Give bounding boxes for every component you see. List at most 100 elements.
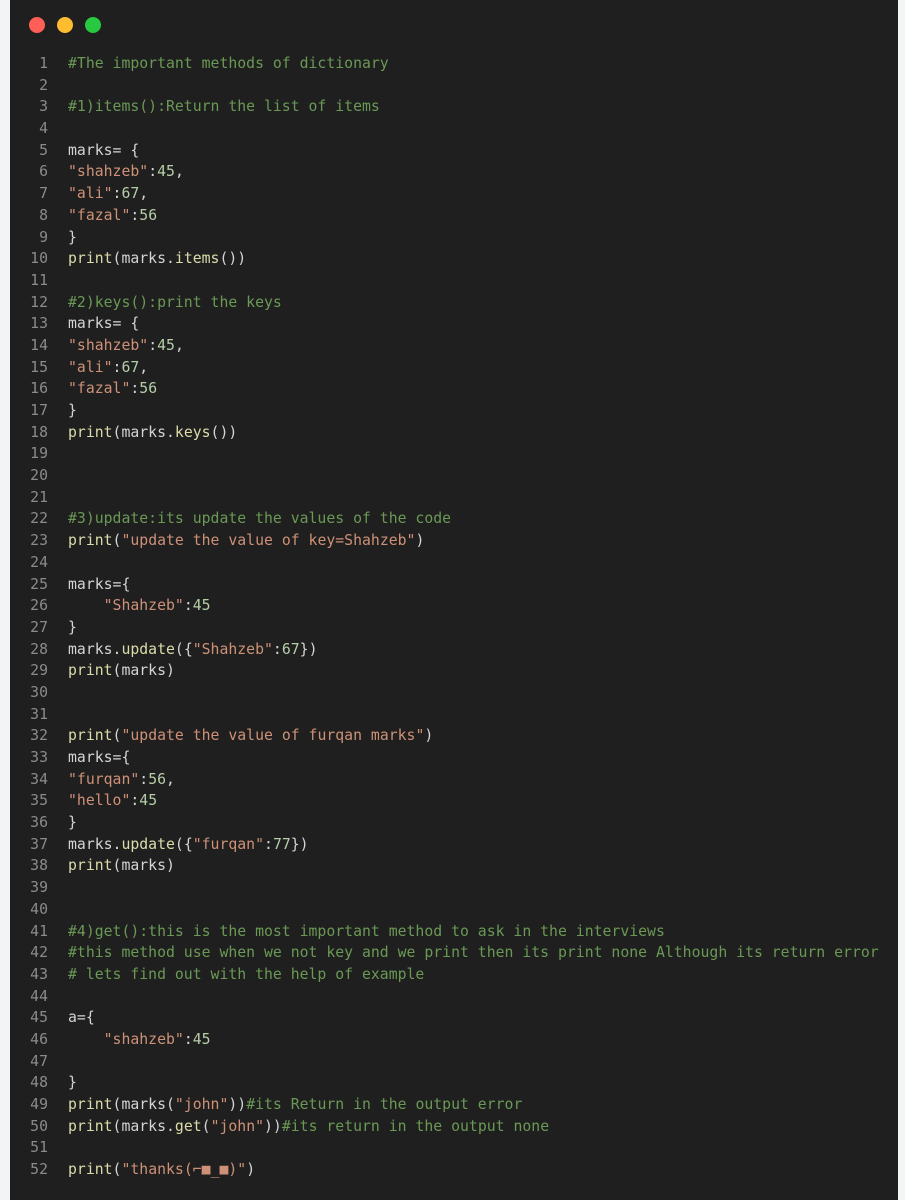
code-token-string: "thanks(⌐■_■)" bbox=[121, 1161, 247, 1179]
line-number: 43 bbox=[30, 965, 48, 983]
code-token-func: print bbox=[68, 250, 113, 268]
code-token-func: print bbox=[68, 532, 113, 550]
code-token-number: 67 bbox=[121, 185, 140, 203]
code-token-number: 77 bbox=[272, 835, 291, 853]
code-line: 41 #4)get():this is the most important me… bbox=[10, 921, 898, 943]
line-number: 18 bbox=[30, 423, 48, 441]
code-text: print(marks) bbox=[48, 855, 898, 877]
line-number: 49 bbox=[30, 1096, 48, 1113]
code-token-string: "fazal" bbox=[68, 206, 131, 224]
code-line: 46 "shahzeb":45 bbox=[10, 1029, 898, 1051]
code-token-func: keys bbox=[174, 423, 211, 441]
line-number: 21 bbox=[30, 488, 48, 506]
code-token-plain: a={ bbox=[68, 1009, 95, 1027]
code-line: 43 # lets find out with the help of examp… bbox=[10, 964, 898, 986]
code-line: 28 marks.update({"Shahzeb":67}) bbox=[10, 639, 898, 661]
code-line: 36} bbox=[10, 812, 898, 834]
code-token-plain: , bbox=[139, 185, 149, 203]
line-number: 32 bbox=[30, 727, 48, 745]
code-token-plain: ()) bbox=[219, 250, 247, 268]
code-text: } bbox=[48, 1072, 898, 1094]
code-token-comment: #its return in the output none bbox=[281, 1117, 550, 1135]
code-text: marks= { bbox=[48, 140, 898, 162]
code-token-plain: : bbox=[130, 792, 140, 810]
code-text: marks={ bbox=[48, 747, 898, 769]
code-text: "ali":67, bbox=[48, 357, 898, 379]
code-text: #3)update:its update the values of the c… bbox=[48, 508, 898, 530]
code-text: print(marks) bbox=[48, 660, 898, 682]
code-line: 47 bbox=[10, 1051, 898, 1073]
code-token-func: print bbox=[68, 857, 113, 875]
code-token-string: "furqan" bbox=[192, 835, 265, 853]
code-token-plain: } bbox=[68, 402, 77, 419]
code-token-comment: #its Return in the output error bbox=[246, 1096, 523, 1113]
line-number: 48 bbox=[30, 1074, 48, 1092]
code-text: print("update the value of key=Shahzeb") bbox=[48, 530, 898, 552]
code-token-plain: (marks. bbox=[112, 423, 175, 441]
code-token-plain: : bbox=[272, 640, 282, 658]
code-line: 8 "fazal":56 bbox=[10, 205, 898, 227]
line-number: 3 bbox=[39, 98, 48, 116]
line-number: 47 bbox=[30, 1052, 48, 1070]
line-number: 50 bbox=[30, 1117, 48, 1135]
close-window-button[interactable] bbox=[29, 17, 45, 33]
code-token-func: print bbox=[68, 1096, 113, 1113]
maximize-window-button[interactable] bbox=[85, 17, 101, 33]
code-token-func: print bbox=[68, 423, 113, 441]
code-token-plain: marks={ bbox=[68, 749, 131, 766]
code-line: 33 marks={ bbox=[10, 747, 898, 769]
code-token-plain: ( bbox=[201, 1117, 211, 1135]
code-text: } bbox=[48, 812, 898, 834]
line-number: 6 bbox=[39, 163, 48, 181]
line-number: 41 bbox=[30, 922, 48, 940]
line-number: 42 bbox=[30, 944, 48, 962]
code-line: 14 "shahzeb":45, bbox=[10, 335, 898, 357]
code-token-func: print bbox=[68, 727, 113, 745]
line-number: 1 bbox=[39, 55, 48, 72]
code-token-comment: # lets find out with the help of example bbox=[68, 965, 425, 983]
code-token-string: "fazal" bbox=[68, 380, 131, 398]
code-text: "Shahzeb":45 bbox=[48, 595, 898, 617]
code-token-plain: }) bbox=[299, 640, 318, 658]
code-line: 3 #1)items():Return the list of items bbox=[10, 96, 898, 118]
minimize-window-button[interactable] bbox=[57, 17, 73, 33]
line-number: 23 bbox=[30, 532, 48, 550]
code-token-string: "update the value of key=Shahzeb" bbox=[121, 532, 416, 550]
code-token-number: 45 bbox=[192, 1030, 211, 1048]
line-number: 36 bbox=[30, 814, 48, 832]
code-token-plain: ) bbox=[246, 1161, 256, 1179]
code-text: "shahzeb":45, bbox=[48, 335, 898, 357]
code-line: 12 #2)keys():print the keys bbox=[10, 292, 898, 314]
code-token-plain: } bbox=[68, 1074, 77, 1092]
code-token-string: "hello" bbox=[68, 792, 131, 810]
code-token-plain: : bbox=[183, 1030, 193, 1048]
code-token-func: print bbox=[68, 1161, 113, 1179]
code-token-plain: (marks) bbox=[112, 857, 175, 875]
code-line: 25 marks={ bbox=[10, 574, 898, 596]
code-text: "hello":45 bbox=[48, 790, 898, 812]
code-text: #4)get():this is the most important meth… bbox=[48, 921, 898, 943]
code-token-plain: (marks. bbox=[112, 1117, 175, 1135]
code-line: 50 print(marks.get("john"))#its return in… bbox=[10, 1116, 898, 1138]
code-token-plain: : bbox=[183, 597, 193, 615]
code-token-string: "furqan" bbox=[68, 770, 140, 788]
line-number: 22 bbox=[30, 510, 48, 528]
code-line: 31 bbox=[10, 704, 898, 726]
code-line: 49 print(marks("john"))#its Return in the… bbox=[10, 1094, 898, 1116]
code-line: 7 "ali":67, bbox=[10, 183, 898, 205]
code-token-plain: (marks) bbox=[112, 662, 175, 680]
code-token-plain: ({ bbox=[174, 640, 193, 658]
code-token-plain: ) bbox=[415, 532, 425, 550]
code-line: 23 print("update the value of key=Shahzeb… bbox=[10, 530, 898, 552]
line-number: 29 bbox=[30, 662, 48, 680]
code-token-func: get bbox=[174, 1117, 202, 1135]
code-text: #1)items():Return the list of items bbox=[48, 96, 898, 118]
